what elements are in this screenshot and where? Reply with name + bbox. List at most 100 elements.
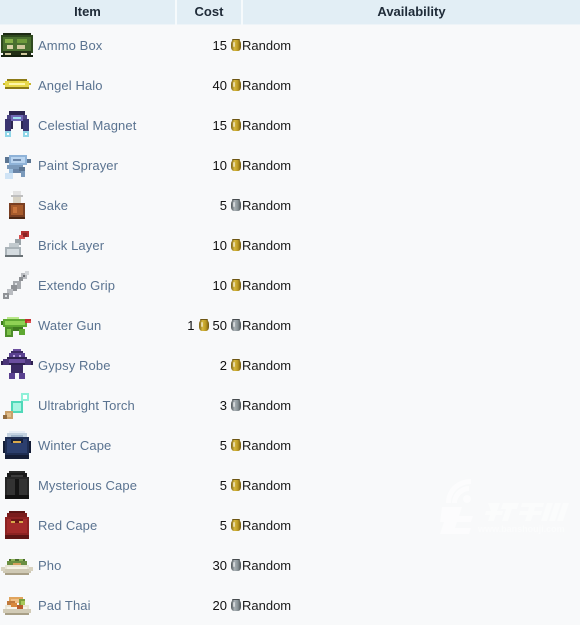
table-row: Ammo Box 15Random: [0, 25, 580, 66]
item-name-link[interactable]: Winter Cape: [38, 438, 111, 453]
column-header-item[interactable]: Item: [0, 0, 176, 25]
cost-cell: 2: [176, 345, 242, 385]
table-row: Extendo Grip10Random: [0, 265, 580, 305]
celestial-magnet-icon[interactable]: [0, 106, 34, 144]
item-cell: Pad Thai: [0, 585, 176, 625]
availability-cell: Random: [242, 305, 580, 345]
item-name-link[interactable]: Ultrabright Torch: [38, 398, 135, 413]
table-header: Item Cost Availability: [0, 0, 580, 25]
availability-cell: Random: [242, 145, 580, 185]
item-name-link[interactable]: Celestial Magnet: [38, 118, 136, 133]
silver-coin-icon: [230, 599, 242, 612]
table-row: Sake 5Random: [0, 185, 580, 225]
availability-cell: Random: [242, 545, 580, 585]
silver-coin-icon: [230, 559, 242, 572]
item-name-link[interactable]: Extendo Grip: [38, 278, 115, 293]
header-row: Item Cost Availability: [0, 0, 580, 25]
table-body: Ammo Box15RandomAngel Halo40RandomCelest…: [0, 25, 580, 625]
table-row: Pad Thai20Random: [0, 585, 580, 625]
cost-cell: 5: [176, 505, 242, 545]
item-name-link[interactable]: Sake: [38, 198, 68, 213]
item-cell: Paint Sprayer: [0, 145, 176, 185]
item-cell: Pho: [0, 545, 176, 585]
item-cell: Mysterious Cape: [0, 465, 176, 505]
cost-cell: 5: [176, 185, 242, 225]
availability-cell: Random: [242, 65, 580, 105]
gold-coin-icon: [198, 319, 210, 332]
column-header-cost[interactable]: Cost: [176, 0, 242, 25]
availability-cell: Random: [242, 105, 580, 145]
item-name-link[interactable]: Red Cape: [38, 518, 97, 533]
red-cape-icon[interactable]: [0, 506, 34, 544]
ammo-box-icon[interactable]: [0, 26, 34, 64]
item-name-link[interactable]: Water Gun: [38, 318, 101, 333]
item-name-link[interactable]: Ammo Box: [38, 38, 102, 53]
cost-value: 40: [213, 78, 227, 93]
cost-cell: 10: [176, 145, 242, 185]
brick-layer-icon[interactable]: [0, 226, 34, 264]
table-row: Red Cape5Random: [0, 505, 580, 545]
cost-cell: 5: [176, 465, 242, 505]
extendo-grip-icon[interactable]: [0, 266, 34, 304]
table-row: Celestial Magnet 15 Random: [0, 105, 580, 145]
gold-coin-icon: [230, 79, 242, 92]
cost-cell: 150: [176, 305, 242, 345]
availability-cell: Random: [242, 465, 580, 505]
table-row: Mysterious Cape 5 Random: [0, 465, 580, 505]
item-name-link[interactable]: Angel Halo: [38, 78, 103, 93]
item-name-link[interactable]: Pad Thai: [38, 598, 91, 613]
cost-cell: 15: [176, 25, 242, 66]
cost-value: 30: [213, 558, 227, 573]
cost-cell: 10: [176, 225, 242, 265]
column-header-availability[interactable]: Availability: [242, 0, 580, 25]
cost-value: 20: [213, 598, 227, 613]
shop-item-table: Item Cost Availability Ammo Box15RandomA…: [0, 0, 580, 625]
cost-value: 5: [220, 438, 227, 453]
table-row: Angel Halo 40 Random: [0, 65, 580, 105]
availability-cell: Random: [242, 425, 580, 465]
water-gun-icon[interactable]: [0, 306, 34, 344]
gold-coin-icon: [230, 39, 242, 52]
gold-coin-icon: [230, 239, 242, 252]
item-name-link[interactable]: Pho: [38, 558, 61, 573]
table-row: Paint Sprayer 10Random: [0, 145, 580, 185]
pad-thai-icon[interactable]: [0, 586, 34, 624]
item-cell: Extendo Grip: [0, 265, 176, 305]
cost-cell: 40: [176, 65, 242, 105]
winter-cape-icon[interactable]: [0, 426, 34, 464]
availability-cell: Random: [242, 25, 580, 66]
availability-cell: Random: [242, 225, 580, 265]
item-name-link[interactable]: Paint Sprayer: [38, 158, 118, 173]
angel-halo-icon[interactable]: [0, 66, 34, 104]
cost-value: 5: [220, 518, 227, 533]
gypsy-robe-icon[interactable]: [0, 346, 34, 384]
cost-cell: 5: [176, 425, 242, 465]
cost-value: 5: [220, 478, 227, 493]
gold-coin-icon: [230, 479, 242, 492]
gold-coin-icon: [230, 439, 242, 452]
cost-cell: 20: [176, 585, 242, 625]
paint-sprayer-icon[interactable]: [0, 146, 34, 184]
mysterious-cape-icon[interactable]: [0, 466, 34, 504]
sake-icon[interactable]: [0, 186, 34, 224]
item-name-link[interactable]: Mysterious Cape: [38, 478, 137, 493]
table-row: Gypsy Robe2Random: [0, 345, 580, 385]
table-row: Ultrabright Torch3Random: [0, 385, 580, 425]
item-cell: Water Gun: [0, 305, 176, 345]
availability-cell: Random: [242, 185, 580, 225]
item-cell: Ammo Box: [0, 25, 176, 66]
cost-cell: 30: [176, 545, 242, 585]
cost-value: 15: [213, 118, 227, 133]
silver-coin-icon: [230, 199, 242, 212]
cost-gold-value: 1: [187, 318, 194, 333]
gold-coin-icon: [230, 359, 242, 372]
cost-value: 10: [213, 278, 227, 293]
item-name-link[interactable]: Gypsy Robe: [38, 358, 111, 373]
table-row: Pho 30 Random: [0, 545, 580, 585]
ultrabright-torch-icon[interactable]: [0, 386, 34, 424]
gold-coin-icon: [230, 279, 242, 292]
item-name-link[interactable]: Brick Layer: [38, 238, 104, 253]
availability-cell: Random: [242, 385, 580, 425]
pho-icon[interactable]: [0, 546, 34, 584]
gold-coin-icon: [230, 119, 242, 132]
